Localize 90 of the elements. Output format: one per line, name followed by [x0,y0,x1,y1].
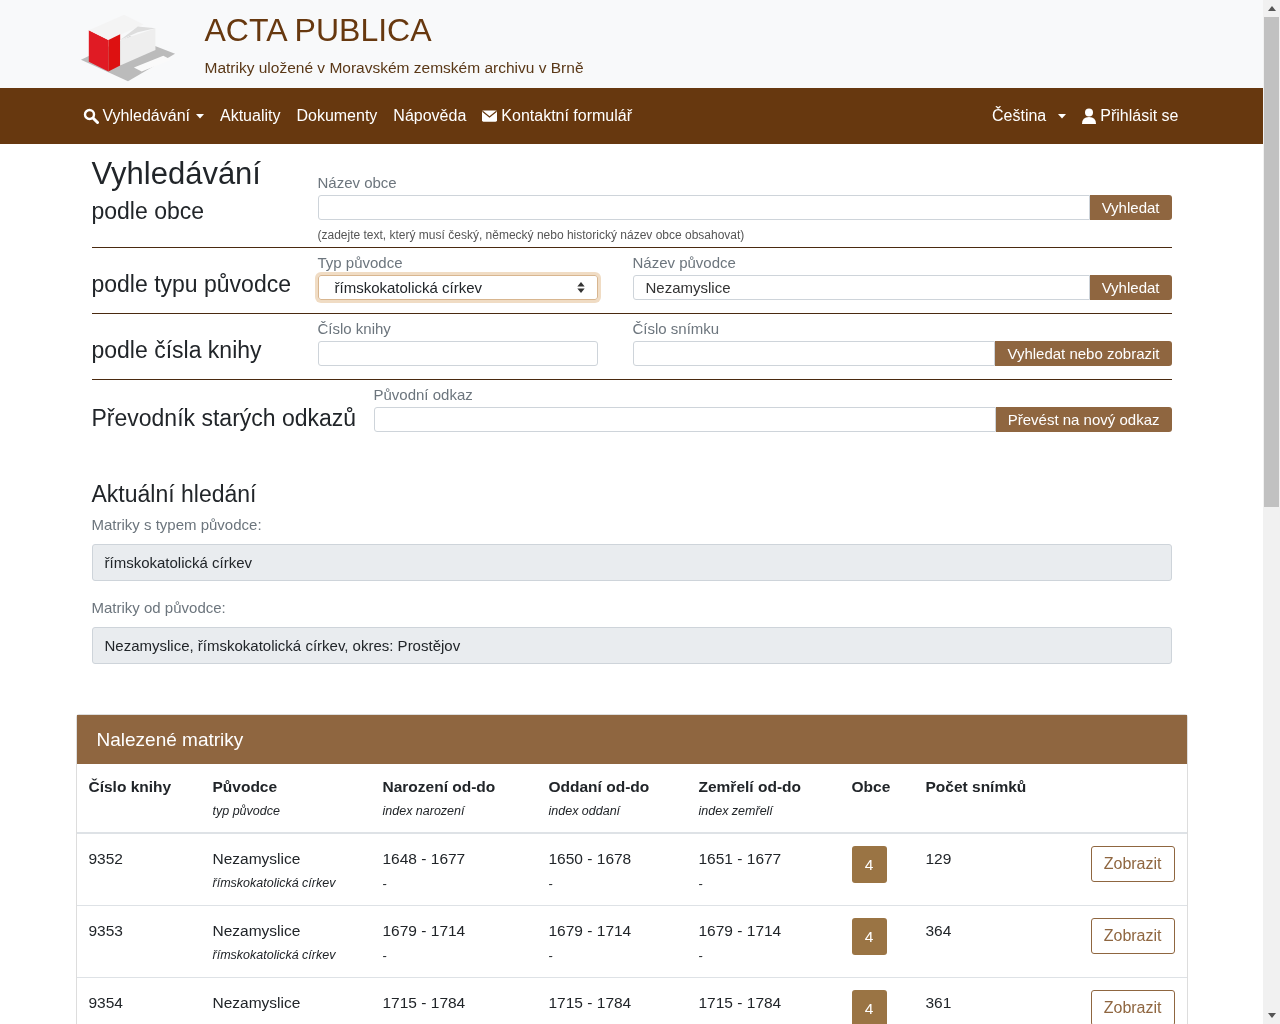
criterion-label: Matriky s typem původce: [91,516,263,533]
table-cell-text: Nezamyslice [212,922,302,940]
field-label: Číslo knihy [317,320,392,337]
field-label: Původní odkaz [373,386,474,403]
table-cell-text: 1651 - 1677 [698,850,783,868]
table-cell-text: 1679 - 1714 [548,922,633,940]
criterion-value: Nezamyslice, římskokatolická církev, okres: Prostějov [91,627,1172,664]
show-button[interactable]: Zobrazit [1090,918,1175,954]
column-header: Číslo knihy [88,778,173,796]
table-cell-text: 364 [925,922,953,940]
originator-name-input[interactable]: Nezamyslice [632,275,1090,300]
caret-icon [195,113,204,119]
table-cell-text: - [382,948,388,963]
section-title: Převodník starých odkazů [91,405,358,432]
column-header: Narození od-do [382,778,497,796]
nav-link[interactable]: Nápověda [393,107,467,125]
show-button[interactable]: Zobrazit [1090,990,1175,1024]
scrollbar-thumb[interactable] [1264,17,1279,507]
table-cell-text: 1715 - 1784 [698,994,783,1012]
field-hint: (zadejte text, který musí český, německý nebo historický název obce obsahovat) [317,228,746,242]
column-header: Oddaní od-do [548,778,651,796]
table-cell-text: 9352 [88,850,124,868]
site-subtitle: Matriky uložené v Moravském zemském archivu v Brně [204,59,584,77]
section-title: podle čísla knihy [91,337,263,364]
column-header: Zemřelí od-do [698,778,802,796]
table-cell-text: římskokatolická církev [212,948,337,962]
table-cell-text: 1648 - 1677 [382,850,467,868]
table-cell-text: 1679 - 1714 [382,922,467,940]
section-title: podle typu původce [91,271,292,298]
show-button[interactable]: Zobrazit [1090,846,1175,882]
results-title: Nalezené matriky [96,729,244,750]
user-icon [1082,108,1097,124]
field-label: Název obce [317,174,398,191]
table-cell-text: 1679 - 1714 [698,922,783,940]
table-cell-text: 1650 - 1678 [548,850,633,868]
municipality-count-badge[interactable]: 4 [851,918,887,955]
search-button[interactable]: Vyhledat [1089,195,1172,220]
table-cell-text: 9353 [88,922,124,940]
scroll-down-icon[interactable] [1267,1013,1276,1018]
originator-type-select[interactable]: římskokatolická církev [317,275,598,300]
table-cell-text: - [548,948,554,963]
table-cell-text: 1715 - 1784 [382,994,467,1012]
municipality-input[interactable] [317,195,1090,220]
column-header: Původce [212,778,279,796]
table-cell-text: - [382,876,388,891]
site-title: ACTA PUBLICA [204,12,433,49]
column-subheader: typ původce [212,804,281,818]
convert-button[interactable]: Převést na nový odkaz [995,407,1172,432]
scroll-up-icon[interactable] [1267,6,1276,11]
search-button[interactable]: Vyhledat [1089,275,1172,300]
section-title: podle obce [91,198,206,225]
scrollbar[interactable] [1263,0,1280,1024]
nav-link[interactable]: Čeština [992,107,1067,125]
nav-link[interactable]: Aktuality [219,107,281,125]
field-label: Číslo snímku [632,320,721,337]
search-icon [82,108,99,124]
table-cell-text: - [548,876,554,891]
table-cell-text: 9354 [88,994,124,1012]
envelope-icon [482,110,498,122]
current-search-heading: Aktuální hledání [91,481,258,508]
criterion-label: Matriky od původce: [91,599,227,616]
criterion-value: římskokatolická církev [91,544,1172,581]
original-reference-input[interactable] [373,407,996,432]
table-cell-text: - [698,948,704,963]
image-number-input[interactable] [632,341,996,366]
table-cell-text: 1715 - 1784 [548,994,633,1012]
column-subheader: index oddaní [548,804,622,818]
municipality-count-badge[interactable]: 4 [851,990,887,1024]
table-cell-text: Nezamyslice [212,850,302,868]
nav-link[interactable]: Přihlásit se [1082,107,1179,125]
nav-link[interactable]: Vyhledávání [82,107,204,125]
column-subheader: index narození [382,804,467,818]
search-heading: Vyhledávání [91,156,262,192]
column-header: Obce [851,778,892,796]
column-header: Počet snímků [925,778,1028,796]
book-number-input[interactable] [317,341,598,366]
nav-link[interactable]: Dokumenty [296,107,378,125]
table-cell-text: Nezamyslice [212,994,302,1012]
nav-link[interactable]: Kontaktní formulář [482,107,633,125]
field-label: Typ původce [317,254,404,271]
field-label: Název původce [632,254,737,271]
column-subheader: index zemřelí [698,804,775,818]
search-or-show-button[interactable]: Vyhledat nebo zobrazit [995,341,1172,366]
municipality-count-badge[interactable]: 4 [851,846,887,883]
table-cell-text: římskokatolická církev [212,876,337,890]
caret-icon [1058,113,1067,119]
sort-arrows-icon [576,282,585,293]
table-cell-text: 361 [925,994,953,1012]
table-cell-text: 129 [925,850,953,868]
table-cell-text: - [698,876,704,891]
